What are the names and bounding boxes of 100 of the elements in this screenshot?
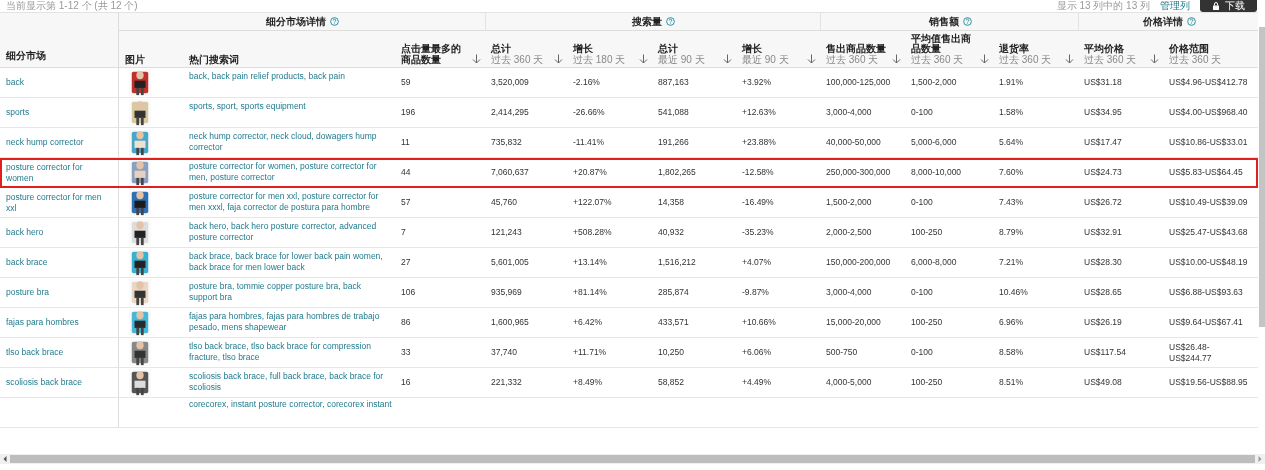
help-icon[interactable] [962, 17, 972, 26]
table-row[interactable]: back back, back pain relief products, back pain 59 3,520,009 -2.16% 887,163 +3.92% 100,000-125,000 1,500-2,000 1.91% US$31.18 US$4.96-US$412.78 [0, 67, 1258, 98]
help-icon[interactable] [1186, 17, 1196, 26]
market-link[interactable]: posture corrector for women [6, 161, 112, 184]
table-row[interactable]: tlso back brace tlso back brace, tlso back brace for compression fracture, tlso brace 33 37,740 +11.71% 10,250 +6.06% 500-750 0-100 8.58% US$117.54 US$26.48-US$244.77 [0, 337, 1258, 368]
column-header[interactable]: 售出商品数量 过去 360 天 [820, 30, 905, 68]
table-cell: 196 [401, 107, 416, 117]
table-row[interactable] [0, 187, 1258, 218]
table-cell: US$5.83-US$64.45 [1169, 167, 1243, 177]
help-icon[interactable] [666, 17, 675, 26]
market-link[interactable]: scoliosis back brace [6, 377, 112, 388]
column-header[interactable]: 平均价格 过去 360 天 [1078, 30, 1163, 68]
table-cell: 500-750 [826, 347, 858, 357]
table-cell: 0-100 [911, 197, 933, 207]
table-cell: 0-100 [911, 347, 933, 357]
table-row[interactable]: back brace back brace, back brace for lower back pain women, back brace for men lower back 27 5,601,005 +13.14% 1,516,212 +4.07% 150,000-200,000 6,000-8,000 7.21% US$28.30 US$10.00-US$48.19 [0, 247, 1258, 278]
sort-arrow-icon[interactable] [980, 54, 989, 64]
table-cell: 16 [401, 377, 411, 387]
table-cell: US$10.00-US$48.19 [1169, 257, 1248, 267]
column-header: 热门搜索词 [183, 30, 395, 68]
table-cell: 3,000-4,000 [826, 107, 872, 117]
table-cell: US$9.64-US$67.41 [1169, 317, 1243, 327]
market-link[interactable]: posture bra [6, 287, 112, 298]
table-cell: 0-100 [911, 107, 933, 117]
horizontal-scrollbar[interactable] [0, 454, 1265, 464]
table-row[interactable]: scoliosis back brace scoliosis back brace, full back brace, back brace for scoliosis 16 221,332 +8.49% 58,852 +4.49% 4,000-5,000 100-250 8.51% US$49.08 US$19.56-US$88.95 [0, 367, 1258, 398]
table-cell: 27 [401, 257, 411, 267]
sort-arrow-icon[interactable] [554, 54, 563, 64]
market-link[interactable]: neck hump corrector [6, 137, 112, 148]
table-cell: 935,969 [491, 287, 522, 297]
sort-arrow-icon[interactable] [639, 54, 648, 64]
table-cell: 150,000-200,000 [826, 257, 891, 267]
keyword-link[interactable]: posture bra, tommie copper posture bra, back support bra [189, 281, 389, 303]
sort-arrow-icon[interactable] [723, 54, 732, 64]
column-header[interactable]: 点击量最多的商品数量 [395, 30, 485, 68]
sort-arrow-icon[interactable] [1150, 54, 1159, 64]
keyword-link[interactable]: scoliosis back brace, full back brace, back brace for scoliosis [189, 371, 389, 393]
table-cell: -26.66% [573, 107, 605, 117]
lock-icon [1212, 1, 1220, 10]
table-cell: 1,516,212 [658, 257, 696, 267]
table-cell: +3.92% [742, 77, 772, 87]
table-cell: 2,000-2,500 [826, 227, 872, 237]
table-cell: 2,414,295 [491, 107, 529, 117]
table-cell: +23.88% [742, 137, 776, 147]
sort-arrow-icon[interactable] [1065, 54, 1074, 64]
table-row[interactable]: sports sports, sport, sports equipment 196 2,414,295 -26.66% 541,088 +12.63% 3,000-4,000 0-100 1.58% US$34.95 US$4.00-US$968.40 [0, 97, 1258, 128]
column-header: 细分市场 [0, 12, 118, 68]
keyword-link[interactable]: posture corrector for women, posture corrector for men, posture corrector [189, 161, 389, 183]
table-cell: +20.87% [573, 167, 607, 177]
table-cell: US$25.47-US$43.68 [1169, 227, 1248, 237]
market-link[interactable]: back hero [6, 227, 112, 238]
table-cell: 40,932 [658, 227, 684, 237]
table-cell: 7 [401, 227, 406, 237]
market-link[interactable]: back brace [6, 257, 112, 268]
market-link[interactable]: tlso back brace [6, 347, 112, 358]
table-cell: 5.64% [999, 137, 1024, 147]
sort-arrow-icon[interactable] [472, 54, 481, 64]
sort-arrow-icon[interactable] [807, 54, 816, 64]
sort-arrow-icon[interactable] [892, 54, 901, 64]
scroll-left-icon[interactable] [2, 455, 8, 463]
result-count: 当前显示第 1-12 个 (共 12 个) [6, 0, 138, 11]
table-row[interactable]: fajas para hombres fajas para hombres, fajas para hombres de trabajo pesado, mens shapewear 86 1,600,965 +6.42% 433,571 +10.66% 15,000-20,000 100-250 6.96% US$26.19 US$9.64-US$67.41 [0, 307, 1258, 338]
table-row[interactable] [0, 157, 1258, 188]
market-link[interactable]: posture corrector for men xxl [6, 191, 112, 214]
help-icon[interactable] [330, 17, 339, 26]
column-count: 显示 13 列中的 13 列 [1056, 0, 1150, 11]
keyword-link[interactable]: tlso back brace, tlso back brace for compression fracture, tlso brace [189, 341, 389, 363]
keyword-link[interactable]: back brace, back brace for lower back pain women, back brace for men lower back [189, 251, 389, 273]
table-cell: 6.96% [999, 317, 1024, 327]
column-header[interactable]: 退货率 过去 360 天 [993, 30, 1078, 68]
keyword-link[interactable]: posture corrector for men xxl, posture corrector for men xxxl, faja corrector de postura para hombre [189, 191, 389, 213]
column-header[interactable]: 增长 过去 180 天 [567, 30, 652, 68]
market-link[interactable]: fajas para hombres [6, 317, 112, 328]
download-button[interactable]: 下载 [1200, 0, 1257, 12]
vertical-scrollbar[interactable] [1259, 27, 1265, 327]
keyword-link[interactable]: fajas para hombres, fajas para hombres de trabajo pesado, mens shapewear [189, 311, 389, 333]
keyword-link[interactable]: back, back pain relief products, back pain [189, 71, 389, 82]
column-header: 价格范围 过去 360 天 [1163, 30, 1258, 68]
table-cell: 10,250 [658, 347, 684, 357]
table-cell: 33 [401, 347, 411, 357]
table-cell: +81.14% [573, 287, 607, 297]
table-cell: 1.58% [999, 107, 1024, 117]
column-header[interactable]: 平均值售出商品数量 过去 360 天 [905, 30, 993, 68]
table-cell: +122.07% [573, 197, 612, 207]
column-header[interactable]: 总计 过去 360 天 [485, 30, 567, 68]
table-cell: 0-100 [911, 287, 933, 297]
table-cell: 5,601,005 [491, 257, 529, 267]
market-link[interactable]: back [6, 77, 112, 88]
group-header: 搜索量 [485, 12, 820, 31]
market-link[interactable]: sports [6, 107, 112, 118]
keyword-link[interactable]: back hero, back hero posture corrector, advanced posture corrector [189, 221, 389, 243]
column-header[interactable]: 总计 最近 90 天 [652, 30, 736, 68]
table-row[interactable]: back hero back hero, back hero posture corrector, advanced posture corrector 7 121,243 +508.28% 40,932 -35.23% 2,000-2,500 100-250 8.79% US$32.91 US$25.47-US$43.68 [0, 217, 1258, 248]
manage-columns-link[interactable]: 管理列 [1160, 0, 1190, 11]
keyword-link[interactable]: sports, sport, sports equipment [189, 101, 389, 112]
table-row[interactable]: neck hump corrector neck hump corrector, neck cloud, dowagers hump corrector 11 735,832 -11.41% 191,266 +23.88% 40,000-50,000 5,000-6,000 5.64% US$17.47 US$10.86-US$33.01 [0, 127, 1258, 158]
column-header[interactable]: 增长 最近 90 天 [736, 30, 820, 68]
keyword-link[interactable]: neck hump corrector, neck cloud, dowagers hump corrector [189, 131, 389, 153]
table-row[interactable]: posture bra posture bra, tommie copper posture bra, back support bra 106 935,969 +81.14% 285,874 -9.87% 3,000-4,000 0-100 10.46% US$28.65 US$6.88-US$93.63 [0, 277, 1258, 308]
table-cell: +10.66% [742, 317, 776, 327]
